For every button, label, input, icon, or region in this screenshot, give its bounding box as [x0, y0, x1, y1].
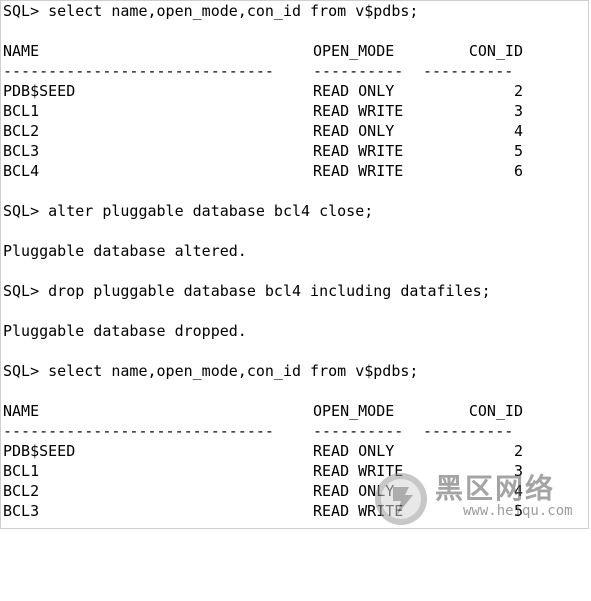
row-open-mode: READ ONLY [313, 482, 395, 500]
sql-prompt-select-2: SQL> select name,open_mode,con_id from v… [3, 362, 419, 380]
row-name: PDB$SEED [3, 442, 76, 460]
divider-con-id: ---------- [423, 422, 514, 440]
row-con-id: 5 [513, 142, 523, 160]
result-header-row-2: NAME OPEN_MODE CON_ID [3, 401, 523, 421]
row-open-mode: READ ONLY [313, 82, 395, 100]
row-open-mode: READ WRITE [313, 102, 404, 120]
header-con-id: CON_ID [468, 402, 523, 420]
divider-name: ------------------------------ [3, 422, 274, 440]
row-open-mode: READ WRITE [313, 462, 404, 480]
row-name: BCL4 [3, 162, 40, 180]
header-con-id: CON_ID [468, 42, 523, 60]
row-name: BCL2 [3, 122, 40, 140]
divider-open-mode: ---------- [313, 62, 404, 80]
alter-result-message: Pluggable database altered. [3, 242, 247, 260]
row-con-id: 3 [513, 462, 523, 480]
row-con-id: 2 [513, 82, 523, 100]
row-con-id: 5 [513, 502, 523, 520]
row-open-mode: READ WRITE [313, 142, 404, 160]
row-con-id: 6 [513, 162, 523, 180]
row-open-mode: READ ONLY [313, 442, 395, 460]
row-name: BCL3 [3, 502, 40, 520]
sql-prompt-drop: SQL> drop pluggable database bcl4 includ… [3, 282, 491, 300]
table-row: BCL2 READ ONLY 4 [3, 481, 523, 501]
row-name: BCL1 [3, 102, 40, 120]
table-row: BCL1 READ WRITE 3 [3, 101, 523, 121]
row-con-id: 3 [513, 102, 523, 120]
table-row: BCL3 READ WRITE 5 [3, 501, 523, 521]
row-con-id: 2 [513, 442, 523, 460]
row-open-mode: READ ONLY [313, 122, 395, 140]
table-row: BCL2 READ ONLY 4 [3, 121, 523, 141]
result-header-row-1: NAME OPEN_MODE CON_ID [3, 41, 523, 61]
row-name: BCL2 [3, 482, 40, 500]
sql-prompt-select-1: SQL> select name,open_mode,con_id from v… [3, 2, 419, 20]
row-con-id: 4 [513, 122, 523, 140]
row-open-mode: READ WRITE [313, 502, 404, 520]
header-name: NAME [3, 402, 40, 420]
result-divider-row-1: ------------------------------ ---------… [3, 61, 513, 81]
header-open-mode: OPEN_MODE [313, 42, 395, 60]
divider-con-id: ---------- [423, 62, 514, 80]
row-name: BCL3 [3, 142, 40, 160]
table-row: BCL1 READ WRITE 3 [3, 461, 523, 481]
table-row: PDB$SEED READ ONLY 2 [3, 81, 523, 101]
row-open-mode: READ WRITE [313, 162, 404, 180]
sqlplus-terminal-output: SQL> select name,open_mode,con_id from v… [0, 0, 589, 529]
divider-name: ------------------------------ [3, 62, 274, 80]
row-name: PDB$SEED [3, 82, 76, 100]
row-con-id: 4 [513, 482, 523, 500]
sql-prompt-alter: SQL> alter pluggable database bcl4 close… [3, 202, 374, 220]
result-divider-row-2: ------------------------------ ---------… [3, 421, 513, 441]
divider-open-mode: ---------- [313, 422, 404, 440]
header-name: NAME [3, 42, 40, 60]
row-name: BCL1 [3, 462, 40, 480]
drop-result-message: Pluggable database dropped. [3, 322, 247, 340]
header-open-mode: OPEN_MODE [313, 402, 395, 420]
table-row: PDB$SEED READ ONLY 2 [3, 441, 523, 461]
table-row: BCL3 READ WRITE 5 [3, 141, 523, 161]
table-row: BCL4 READ WRITE 6 [3, 161, 523, 181]
